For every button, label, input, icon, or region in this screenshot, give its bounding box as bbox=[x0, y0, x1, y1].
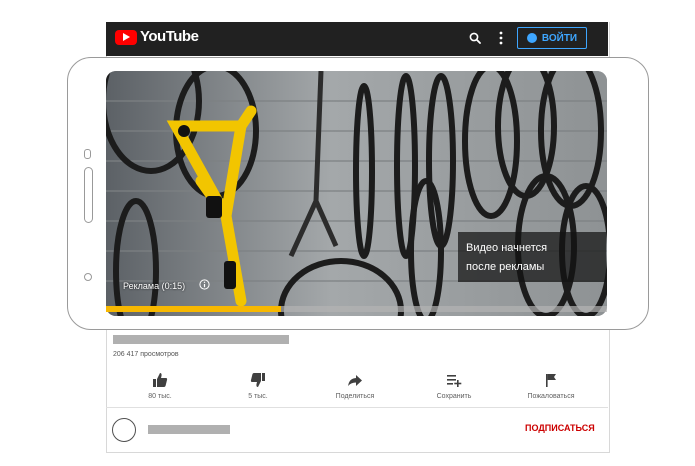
thumb-up-icon bbox=[153, 373, 168, 387]
thumb-down-icon bbox=[250, 373, 265, 387]
subscribe-button[interactable]: ПОДПИСАТЬСЯ bbox=[525, 423, 595, 433]
divider bbox=[106, 407, 608, 408]
ad-overlay-text[interactable]: Видео начнется после рекламы bbox=[466, 239, 586, 277]
phone-camera bbox=[84, 273, 92, 281]
dislike-count: 5 тыс. bbox=[248, 393, 268, 400]
like-button[interactable]: 80 тыс. bbox=[125, 372, 195, 400]
channel-avatar[interactable] bbox=[112, 418, 136, 442]
ad-progress-fill bbox=[106, 306, 282, 312]
signin-label: ВОЙТИ bbox=[541, 32, 578, 44]
report-label: Пожаловаться bbox=[527, 393, 575, 400]
ad-overlay-line1: Видео начнется bbox=[466, 242, 548, 254]
more-vert-icon[interactable] bbox=[498, 30, 504, 46]
report-button[interactable]: Пожаловаться bbox=[516, 372, 586, 400]
flag-icon bbox=[546, 374, 556, 387]
phone-volume-button bbox=[84, 167, 93, 223]
video-title-placeholder bbox=[113, 335, 289, 344]
logo-text[interactable]: YouTube bbox=[140, 28, 199, 45]
phone-side-button bbox=[84, 149, 91, 159]
dislike-button[interactable]: 5 тыс. bbox=[223, 372, 293, 400]
ad-countdown-label: Реклама (0:15) bbox=[123, 281, 186, 291]
account-circle-icon bbox=[526, 33, 537, 43]
share-icon bbox=[348, 375, 362, 386]
share-label: Поделиться bbox=[335, 393, 375, 400]
view-count: 206 417 просмотров bbox=[113, 351, 179, 358]
save-label: Сохранить bbox=[436, 393, 472, 400]
search-icon[interactable] bbox=[469, 32, 481, 44]
save-button[interactable]: Сохранить bbox=[419, 372, 489, 400]
share-button[interactable]: Поделиться bbox=[320, 372, 390, 400]
info-icon[interactable] bbox=[199, 279, 210, 290]
channel-name-placeholder[interactable] bbox=[148, 425, 230, 434]
signin-button[interactable]: ВОЙТИ bbox=[517, 27, 587, 49]
like-count: 80 тыс. bbox=[148, 393, 172, 400]
play-triangle-icon bbox=[123, 33, 130, 41]
playlist-add-icon bbox=[447, 375, 462, 387]
ad-overlay-line2: после рекламы bbox=[466, 261, 545, 273]
